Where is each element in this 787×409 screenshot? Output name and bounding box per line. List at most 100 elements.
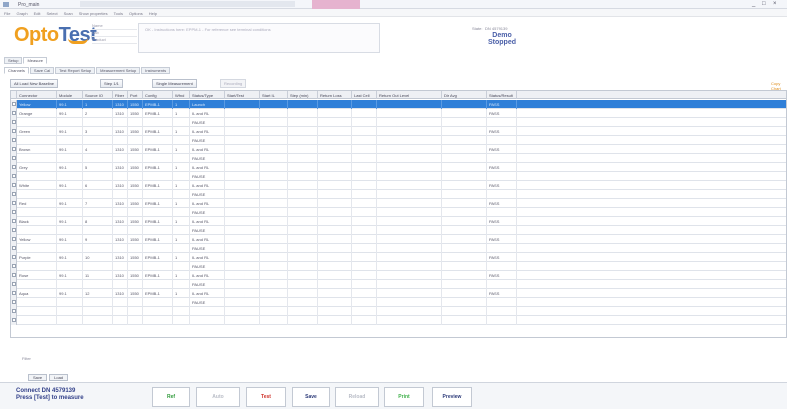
table-cell[interactable] (260, 199, 288, 208)
table-cell[interactable]: 1 (173, 289, 190, 298)
table-cell[interactable] (377, 316, 442, 325)
table-cell[interactable]: 99.1 (57, 199, 83, 208)
table-cell[interactable]: 4 (83, 145, 113, 154)
column-header[interactable]: Connector (17, 91, 57, 99)
table-cell[interactable] (260, 262, 288, 271)
table-cell[interactable] (318, 109, 352, 118)
table-cell[interactable] (352, 208, 377, 217)
table-cell[interactable] (57, 280, 83, 289)
table-cell[interactable]: PAUSE (190, 154, 225, 163)
table-row[interactable]: Brown 99.1 4 1310 1550 EPMB-1 1 IL and RL PASS (11, 145, 786, 154)
table-cell[interactable] (17, 154, 57, 163)
row-checkbox[interactable] (12, 219, 16, 223)
table-cell[interactable] (173, 118, 190, 127)
table-cell[interactable]: 7 (83, 199, 113, 208)
table-cell[interactable] (173, 244, 190, 253)
table-cell[interactable]: 1310 (113, 100, 128, 109)
table-cell[interactable] (352, 100, 377, 109)
table-cell[interactable] (17, 136, 57, 145)
table-cell[interactable] (352, 172, 377, 181)
table-cell[interactable] (318, 298, 352, 307)
table-cell[interactable]: 1 (173, 109, 190, 118)
table-cell[interactable]: 1550 (128, 217, 143, 226)
table-cell[interactable]: 1 (173, 163, 190, 172)
table-cell[interactable] (17, 208, 57, 217)
table-cell[interactable] (318, 307, 352, 316)
table-cell[interactable] (377, 145, 442, 154)
table-cell[interactable] (352, 307, 377, 316)
table-cell[interactable] (318, 262, 352, 271)
table-cell[interactable] (260, 181, 288, 190)
column-header[interactable]: Fiber (113, 91, 128, 99)
table-cell[interactable]: 10 (83, 253, 113, 262)
table-cell[interactable]: IL and RL (190, 217, 225, 226)
table-cell[interactable]: PAUSE (190, 136, 225, 145)
table-cell[interactable]: 9 (83, 235, 113, 244)
table-cell[interactable] (83, 307, 113, 316)
table-cell[interactable] (288, 136, 318, 145)
table-row[interactable]: PAUSE (11, 172, 786, 181)
table-cell[interactable]: EPMB-1 (143, 100, 173, 109)
table-cell[interactable] (352, 298, 377, 307)
row-checkbox[interactable] (12, 156, 16, 160)
table-cell[interactable] (225, 154, 260, 163)
table-cell[interactable] (260, 235, 288, 244)
table-row[interactable]: PAUSE (11, 298, 786, 307)
single-measurement-button[interactable]: Single Measurement (152, 79, 197, 88)
table-cell[interactable] (260, 172, 288, 181)
table-cell[interactable]: White (17, 181, 57, 190)
table-cell[interactable] (442, 316, 487, 325)
table-cell[interactable]: Yellow (17, 235, 57, 244)
table-cell[interactable] (517, 136, 786, 145)
table-cell[interactable] (57, 190, 83, 199)
table-cell[interactable] (377, 154, 442, 163)
table-cell[interactable] (260, 208, 288, 217)
table-cell[interactable]: EPMB-1 (143, 217, 173, 226)
table-cell[interactable] (318, 100, 352, 109)
table-cell[interactable] (288, 127, 318, 136)
table-cell[interactable]: 1310 (113, 163, 128, 172)
table-cell[interactable] (442, 235, 487, 244)
table-cell[interactable] (352, 118, 377, 127)
table-cell[interactable]: IL and RL (190, 271, 225, 280)
table-cell[interactable]: IL and RL (190, 235, 225, 244)
table-cell[interactable] (225, 208, 260, 217)
table-cell[interactable] (318, 181, 352, 190)
table-cell[interactable] (83, 190, 113, 199)
table-cell[interactable] (17, 298, 57, 307)
table-cell[interactable] (352, 253, 377, 262)
table-row[interactable]: Green 99.1 3 1310 1550 EPMB-1 1 IL and RL PASS (11, 127, 786, 136)
table-cell[interactable] (487, 136, 517, 145)
table-cell[interactable] (17, 244, 57, 253)
table-cell[interactable]: 1310 (113, 127, 128, 136)
table-cell[interactable] (517, 109, 786, 118)
table-cell[interactable]: 1550 (128, 235, 143, 244)
table-cell[interactable] (517, 307, 786, 316)
table-cell[interactable] (113, 172, 128, 181)
table-cell[interactable]: 1550 (128, 181, 143, 190)
table-cell[interactable] (128, 280, 143, 289)
table-cell[interactable] (57, 226, 83, 235)
table-cell[interactable] (260, 307, 288, 316)
table-cell[interactable] (260, 289, 288, 298)
column-header[interactable]: Start/Test (225, 91, 260, 99)
table-cell[interactable]: PASS (487, 253, 517, 262)
table-cell[interactable] (377, 100, 442, 109)
row-checkbox[interactable] (12, 183, 16, 187)
header-field-product[interactable]: Product (92, 37, 137, 44)
row-checkbox[interactable] (12, 237, 16, 241)
table-cell[interactable] (517, 298, 786, 307)
table-cell[interactable] (143, 298, 173, 307)
table-cell[interactable] (377, 217, 442, 226)
table-cell[interactable] (225, 235, 260, 244)
table-cell[interactable] (128, 190, 143, 199)
table-cell[interactable] (260, 145, 288, 154)
table-cell[interactable] (83, 244, 113, 253)
table-cell[interactable] (377, 190, 442, 199)
table-cell[interactable] (288, 244, 318, 253)
table-cell[interactable] (442, 280, 487, 289)
table-row[interactable]: Orange 99.1 2 1310 1550 EPMB-1 1 IL and RL PASS (11, 109, 786, 118)
table-cell[interactable] (442, 217, 487, 226)
table-cell[interactable] (318, 217, 352, 226)
table-cell[interactable] (260, 163, 288, 172)
